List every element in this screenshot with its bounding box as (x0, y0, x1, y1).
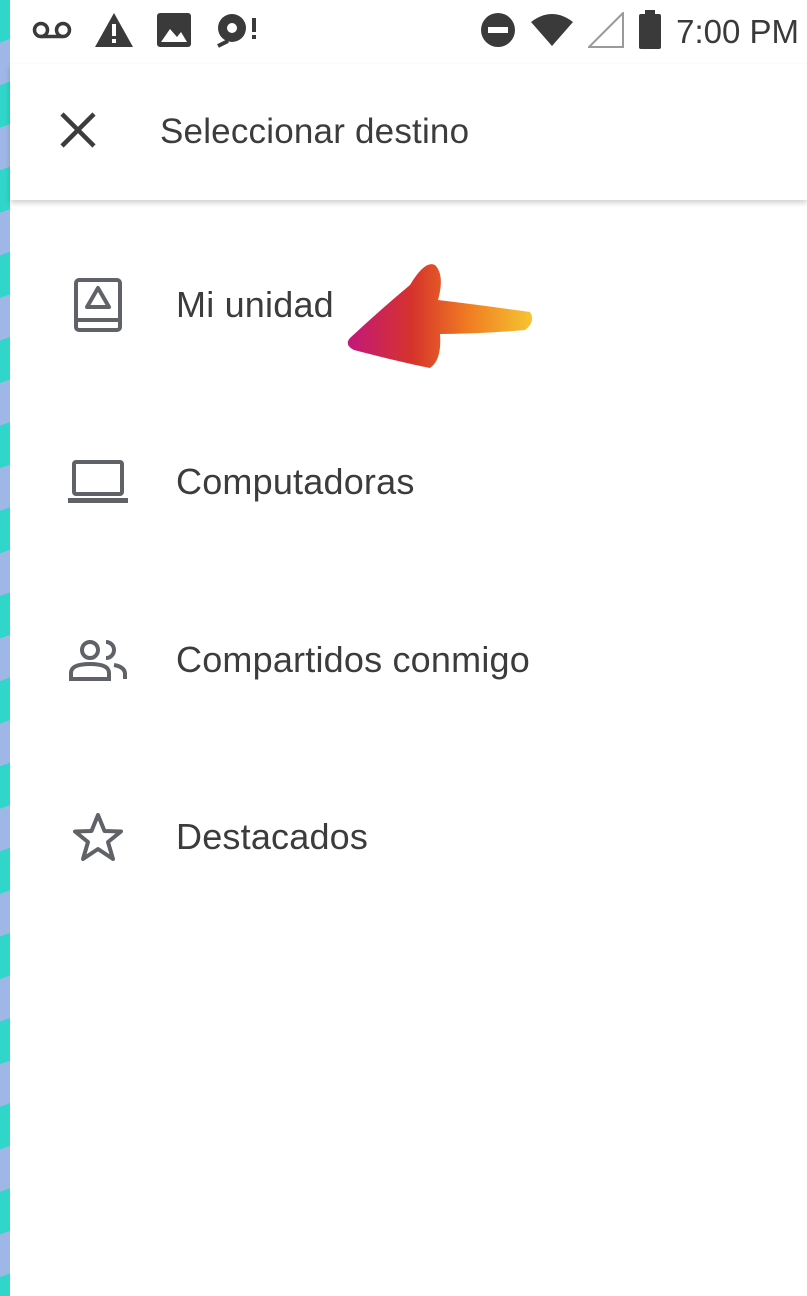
destination-label: Compartidos conmigo (176, 639, 530, 680)
wifi-icon (530, 12, 574, 53)
hand-drawn-arrow-annotation (347, 264, 533, 368)
do-not-disturb-icon (480, 12, 516, 53)
laptop-icon (68, 452, 128, 512)
status-bar: 7:00 PM (10, 0, 807, 64)
destination-item-destacados[interactable]: Destacados (10, 767, 807, 907)
toolbar: Seleccionar destino (10, 64, 807, 200)
signal-icon (586, 10, 625, 53)
destination-label: Destacados (176, 816, 369, 857)
status-time: 7:00 PM (676, 13, 799, 50)
page-title: Seleccionar destino (160, 112, 470, 151)
sync-icon (214, 10, 258, 55)
battery-icon (638, 9, 662, 55)
close-button[interactable] (28, 82, 128, 182)
people-icon (68, 630, 128, 690)
destination-label: Computadoras (176, 461, 415, 502)
close-icon (58, 110, 98, 155)
star-icon (68, 807, 128, 867)
screenshot-frame-edge (0, 0, 10, 1296)
destination-label: Mi unidad (176, 284, 334, 325)
destination-item-computadoras[interactable]: Computadoras (10, 412, 807, 552)
warning-icon (94, 12, 134, 53)
voicemail-icon (32, 20, 72, 45)
drive-icon (68, 275, 128, 335)
image-icon (156, 12, 192, 53)
destination-item-compartidos-conmigo[interactable]: Compartidos conmigo (10, 590, 807, 730)
